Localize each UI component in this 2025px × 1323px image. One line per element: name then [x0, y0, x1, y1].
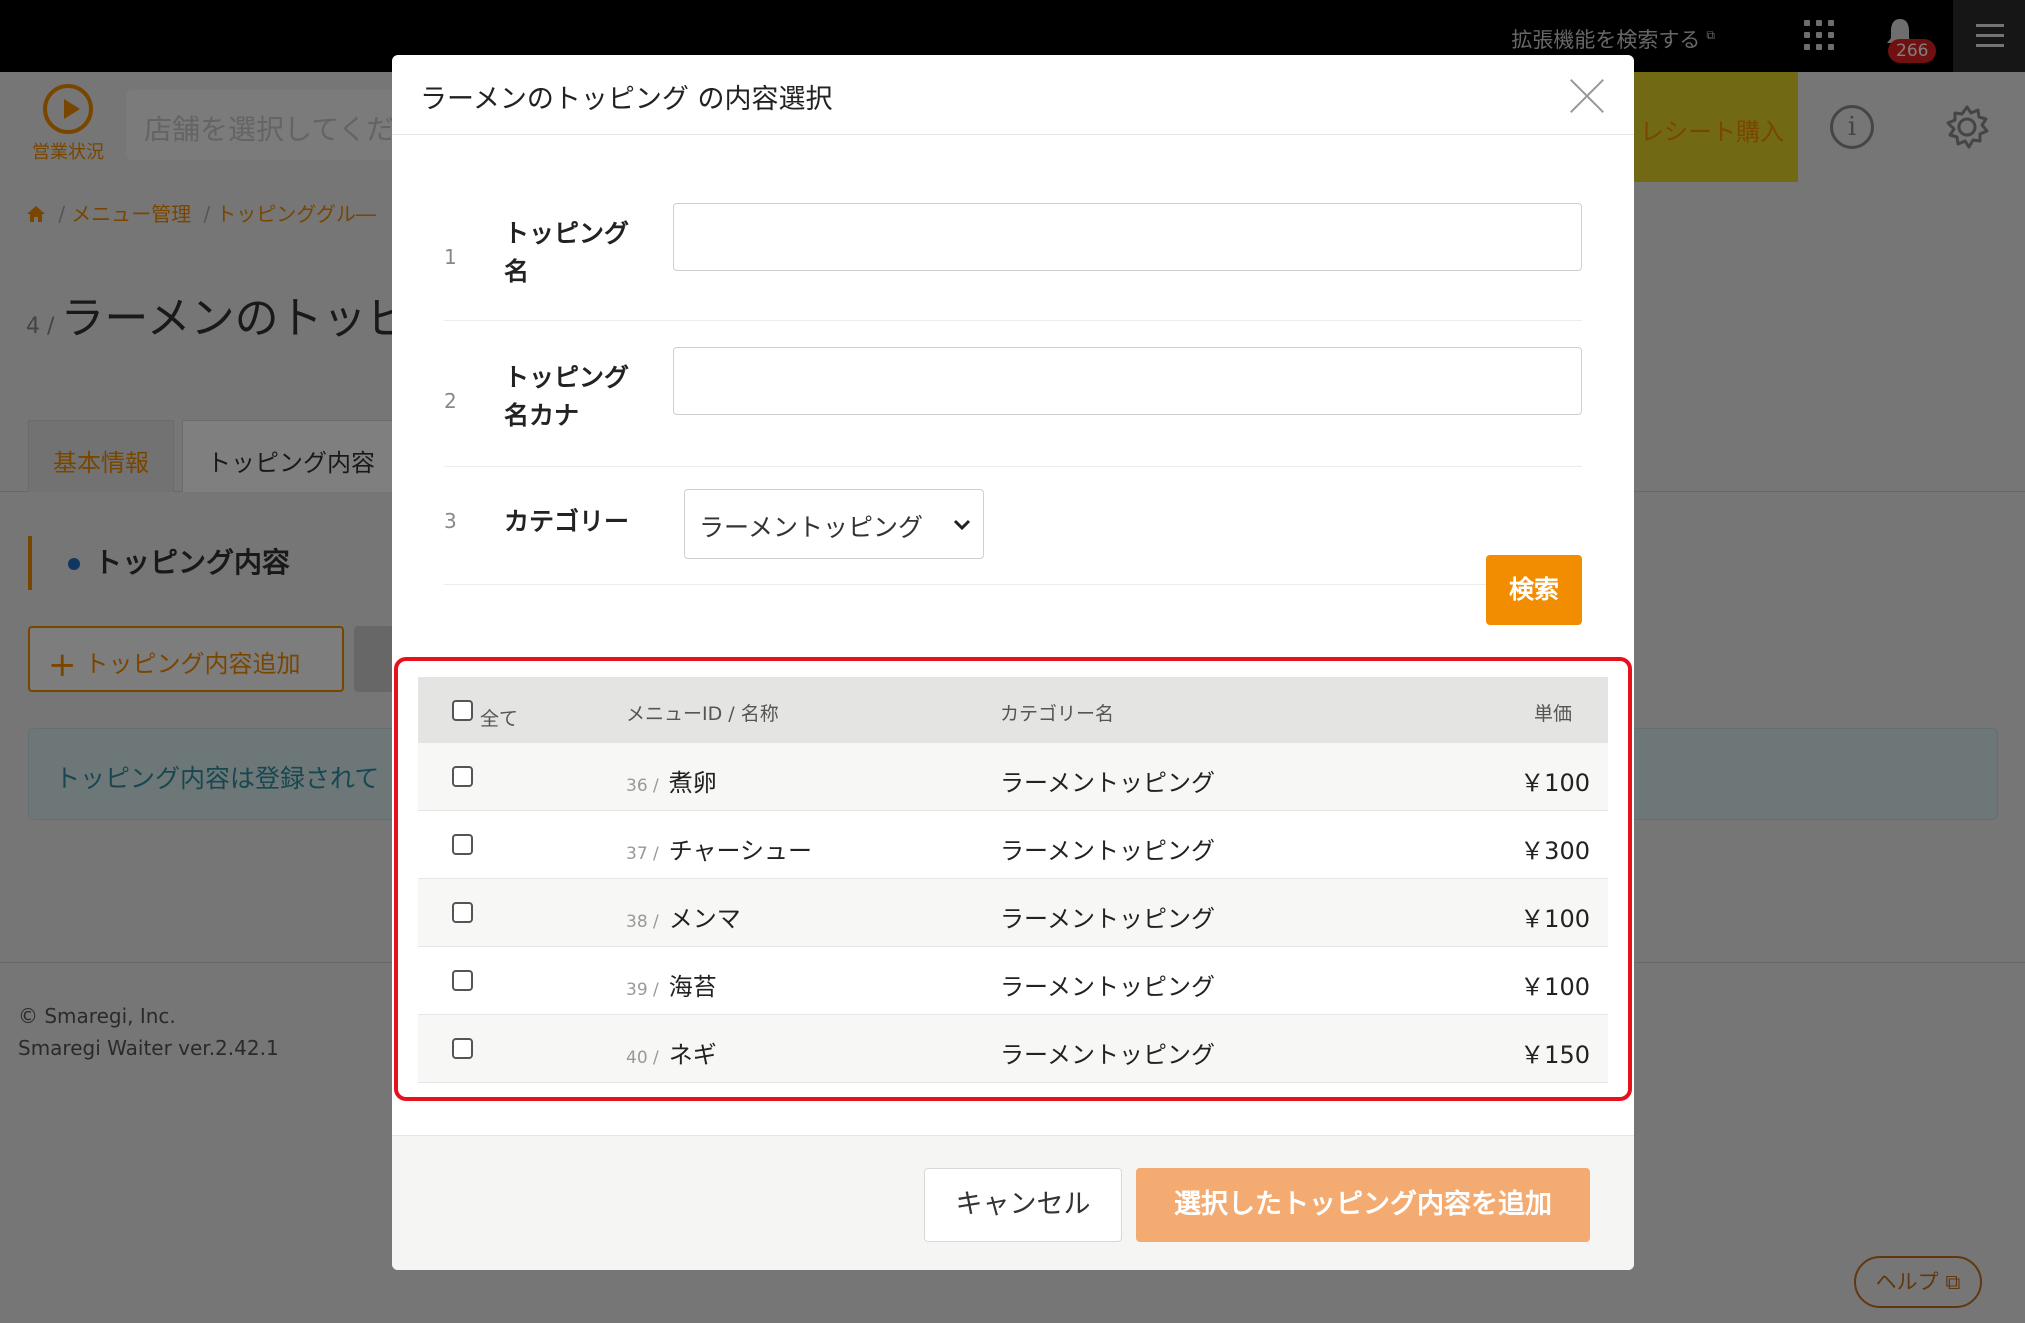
- menu-id-name: 38 /メンマ: [626, 905, 741, 933]
- header-category: カテゴリー名: [1000, 703, 1115, 725]
- menu-id-name: 37 /チャーシュー: [626, 837, 813, 865]
- category-cell: ラーメントッピング: [1000, 1041, 1216, 1069]
- field-number: 1: [444, 245, 457, 269]
- header-id-name: メニューID / 名称: [626, 703, 779, 725]
- price-cell: ￥100: [1520, 769, 1590, 797]
- modal-footer: キャンセル 選択したトッピング内容を追加: [392, 1135, 1634, 1270]
- field-label: トッピング 名カナ: [504, 363, 630, 430]
- field-category: 3 カテゴリー ラーメントッピング: [444, 467, 1582, 585]
- price-cell: ￥150: [1520, 1041, 1590, 1069]
- select-all-checkbox[interactable]: [452, 700, 473, 721]
- price-cell: ￥100: [1520, 905, 1590, 933]
- field-number: 2: [444, 389, 457, 413]
- cancel-button[interactable]: キャンセル: [924, 1168, 1122, 1242]
- modal-title: ラーメンのトッピング の内容選択: [420, 84, 833, 115]
- topping-select-modal: ラーメンのトッピング の内容選択 1 トッピング名 2 トッピング 名カナ 3 カ…: [392, 55, 1634, 1270]
- topping-kana-input[interactable]: [673, 347, 1582, 415]
- add-selected-button[interactable]: 選択したトッピング内容を追加: [1136, 1168, 1590, 1242]
- row-checkbox[interactable]: [452, 834, 473, 855]
- field-topping-kana: 2 トッピング 名カナ: [444, 321, 1582, 467]
- table-header: 全て メニューID / 名称 カテゴリー名 単価: [418, 677, 1608, 743]
- table-row: 36 /煮卵 ラーメントッピング ￥100: [418, 743, 1608, 811]
- field-label: カテゴリー: [504, 507, 630, 536]
- category-select[interactable]: ラーメントッピング: [684, 489, 984, 559]
- field-number: 3: [444, 509, 457, 533]
- table-row: 38 /メンマ ラーメントッピング ￥100: [418, 879, 1608, 947]
- field-topping-name: 1 トッピング名: [444, 145, 1582, 321]
- category-cell: ラーメントッピング: [1000, 905, 1216, 933]
- row-checkbox[interactable]: [452, 970, 473, 991]
- header-all: 全て: [480, 708, 519, 730]
- menu-id-name: 40 /ネギ: [626, 1041, 717, 1069]
- price-cell: ￥300: [1520, 837, 1590, 865]
- topping-name-input[interactable]: [673, 203, 1582, 271]
- row-checkbox[interactable]: [452, 766, 473, 787]
- field-label: トッピング名: [504, 219, 630, 286]
- row-checkbox[interactable]: [452, 902, 473, 923]
- menu-id-name: 36 /煮卵: [626, 769, 717, 797]
- category-cell: ラーメントッピング: [1000, 769, 1216, 797]
- category-cell: ラーメントッピング: [1000, 973, 1216, 1001]
- topping-table: 全て メニューID / 名称 カテゴリー名 単価 36 /煮卵 ラーメントッピン…: [418, 677, 1608, 1083]
- close-icon[interactable]: [1566, 73, 1610, 117]
- search-button[interactable]: 検索: [1486, 555, 1582, 625]
- row-checkbox[interactable]: [452, 1038, 473, 1059]
- modal-header: ラーメンのトッピング の内容選択: [392, 55, 1634, 135]
- header-price: 単価: [1533, 703, 1572, 725]
- category-cell: ラーメントッピング: [1000, 837, 1216, 865]
- table-body: 36 /煮卵 ラーメントッピング ￥100 37 /チャーシュー ラーメントッピ…: [418, 743, 1608, 1083]
- table-row: 37 /チャーシュー ラーメントッピング ￥300: [418, 811, 1608, 879]
- menu-id-name: 39 /海苔: [626, 973, 717, 1001]
- chevron-down-icon: [953, 519, 971, 531]
- table-row: 40 /ネギ ラーメントッピング ￥150: [418, 1015, 1608, 1083]
- table-row: 39 /海苔 ラーメントッピング ￥100: [418, 947, 1608, 1015]
- price-cell: ￥100: [1520, 973, 1590, 1001]
